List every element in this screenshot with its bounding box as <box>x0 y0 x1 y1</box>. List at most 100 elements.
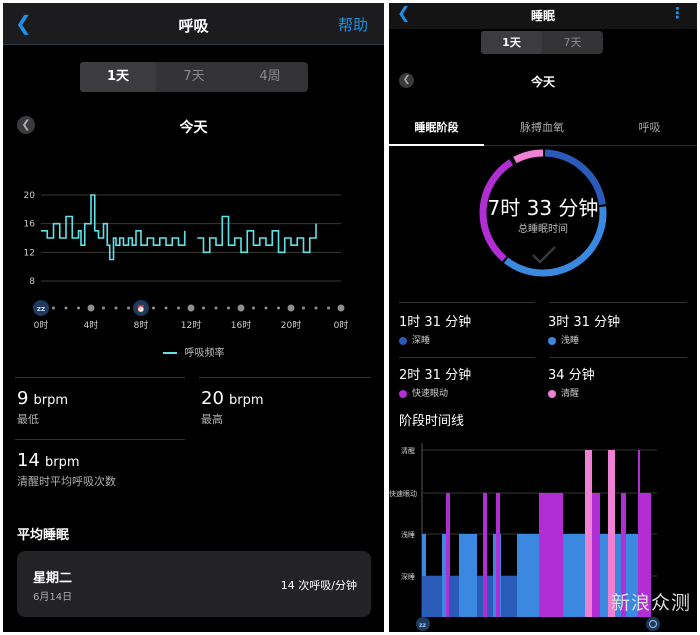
stage-value: 1时 31 分钟 <box>399 315 472 330</box>
stage-label: 深睡 <box>412 336 431 346</box>
y-tick-label: 16 <box>24 220 36 230</box>
stat-value: 14 <box>17 450 40 471</box>
time-marker-dot <box>64 306 68 310</box>
avg-sleep-card[interactable]: 星期二 6月14日 14 次呼吸/分钟 <box>17 551 371 617</box>
time-marker-dot <box>87 304 95 312</box>
respiration-chart: 20 16 12 8 zz ⏰ 0时 4时 8时 12时 16时 20时 0时 <box>24 191 349 331</box>
total-sleep-value: 7时 33 分钟 <box>487 196 599 220</box>
level-label-light: 浅睡 <box>401 530 415 539</box>
y-tick-label: 12 <box>24 248 35 258</box>
watermark: 新浪众测 <box>611 592 692 614</box>
time-marker-dot <box>202 306 205 310</box>
respiration-series-line <box>197 215 317 254</box>
tab-respiration[interactable]: 呼吸 <box>602 119 697 135</box>
stage-color-dot <box>399 389 407 398</box>
stage-rem: 2时 31 分钟 快速眼动 <box>399 364 471 399</box>
help-button[interactable]: 帮助 <box>338 14 368 35</box>
page-title: 睡眠 <box>530 9 555 23</box>
ring-segment-awake <box>513 149 544 164</box>
tab-7-days[interactable]: 7天 <box>156 62 232 92</box>
time-marker-dot <box>214 306 218 310</box>
total-sleep-label: 总睡眠时间 <box>518 224 568 235</box>
stage-value: 3时 31 分钟 <box>548 315 621 330</box>
stage-value: 2时 31 分钟 <box>399 368 472 383</box>
time-marker-dot <box>264 306 268 310</box>
time-marker-dot <box>187 304 195 312</box>
tab-4-weeks[interactable]: 4周 <box>232 62 308 92</box>
respiration-panel: ❮ 呼吸 帮助 1天 7天 4周 ❮ 今天 20 16 12 8 zz ⏰ 0时 4时 8时 1… <box>3 3 384 632</box>
time-marker-dot <box>287 304 295 312</box>
day-title: 今天 <box>530 75 555 89</box>
stat-value: 20 <box>201 388 224 409</box>
avg-sleep-title: 平均睡眠 <box>17 528 70 543</box>
wake-alarm-icon <box>646 617 660 631</box>
time-marker-dot <box>127 306 130 310</box>
time-marker-dot <box>52 306 55 310</box>
x-tick-label: 12时 <box>181 319 201 331</box>
stage-light: 3时 31 分钟 浅睡 <box>548 311 620 346</box>
time-marker-dot <box>164 306 168 310</box>
sleep-panel: ❮ 睡眠 ⋮ 1天 7天 ❮ 今天 睡眠阶段 脉搏血氧 呼吸 7时 33 分钟 … <box>389 3 697 632</box>
x-tick-label: 0时 <box>34 319 49 331</box>
level-label-rem: 快速眼动 <box>389 489 417 498</box>
time-marker-dot <box>177 306 180 310</box>
time-marker-dot <box>237 304 245 312</box>
time-marker-dot <box>227 306 230 310</box>
time-marker-dot <box>252 306 255 310</box>
avg-sleep-date: 6月14日 <box>33 592 73 603</box>
more-options-icon[interactable]: ⋮ <box>670 4 685 22</box>
time-marker-dot <box>302 306 305 310</box>
check-icon <box>532 246 556 264</box>
tab-1-day[interactable]: 1天 <box>80 62 156 92</box>
stage-color-dot <box>548 389 556 398</box>
stat-max: 20 brpm 最高 <box>201 388 264 427</box>
time-marker-dot <box>277 306 280 310</box>
stage-color-dot <box>548 336 556 345</box>
time-marker-dot <box>77 306 80 310</box>
level-label-awake: 清醒 <box>401 446 415 455</box>
time-marker-dot <box>152 306 155 310</box>
top-bar: ❮ 睡眠 ⋮ <box>389 3 697 29</box>
stage-label: 清醒 <box>561 389 580 399</box>
time-marker-dot <box>327 306 330 310</box>
stat-label: 最高 <box>201 413 223 426</box>
time-marker-dot <box>102 306 105 310</box>
x-tick-label: 0时 <box>334 319 349 331</box>
tab-active-indicator <box>389 144 484 146</box>
tab-1-day[interactable]: 1天 <box>481 31 542 54</box>
stage-awake: 34 分钟 清醒 <box>548 364 595 399</box>
timeline-title: 阶段时间线 <box>399 414 465 429</box>
tab-sleep-stages[interactable]: 睡眠阶段 <box>389 119 484 135</box>
x-tick-label: 8时 <box>134 319 149 331</box>
legend-swatch <box>162 352 177 354</box>
stage-color-dot <box>399 336 407 345</box>
level-label-deep: 深睡 <box>401 572 415 581</box>
stat-min: 9 brpm 最低 <box>17 388 68 427</box>
avg-sleep-value: 14 次呼吸/分钟 <box>280 579 357 592</box>
stage-value: 34 分钟 <box>548 368 595 383</box>
legend-label: 呼吸频率 <box>184 348 225 359</box>
time-marker-dot <box>314 306 318 310</box>
y-tick-label: 8 <box>29 277 35 287</box>
range-selector: 1天 7天 4周 <box>80 62 308 92</box>
sleep-start-icon-glyph: zz <box>419 622 426 629</box>
top-bar: ❮ 呼吸 帮助 <box>3 3 384 45</box>
page-title: 呼吸 <box>178 17 209 35</box>
tab-pulse-ox[interactable]: 脉搏血氧 <box>492 119 592 135</box>
y-tick-label: 20 <box>24 191 36 201</box>
time-marker-dot <box>337 304 345 312</box>
time-marker-dot <box>114 306 118 310</box>
stat-label: 最低 <box>17 413 39 426</box>
stage-deep: 1时 31 分钟 深睡 <box>399 311 471 346</box>
range-selector: 1天 7天 <box>481 31 603 54</box>
stat-unit: brpm <box>229 393 264 408</box>
wake-alarm-icon-glyph: ⏰ <box>137 304 146 313</box>
x-tick-label: 20时 <box>281 319 301 331</box>
stage-label: 浅睡 <box>561 336 580 346</box>
stat-awake-average: 14 brpm 清醒时平均呼吸次数 <box>17 450 116 489</box>
stat-unit: brpm <box>33 393 69 408</box>
stage-label: 快速眼动 <box>412 389 449 399</box>
sleep-sub-tabs: 睡眠阶段 脉搏血氧 呼吸 <box>389 110 697 146</box>
stat-value: 9 <box>17 388 29 409</box>
tab-7-days[interactable]: 7天 <box>542 31 603 54</box>
